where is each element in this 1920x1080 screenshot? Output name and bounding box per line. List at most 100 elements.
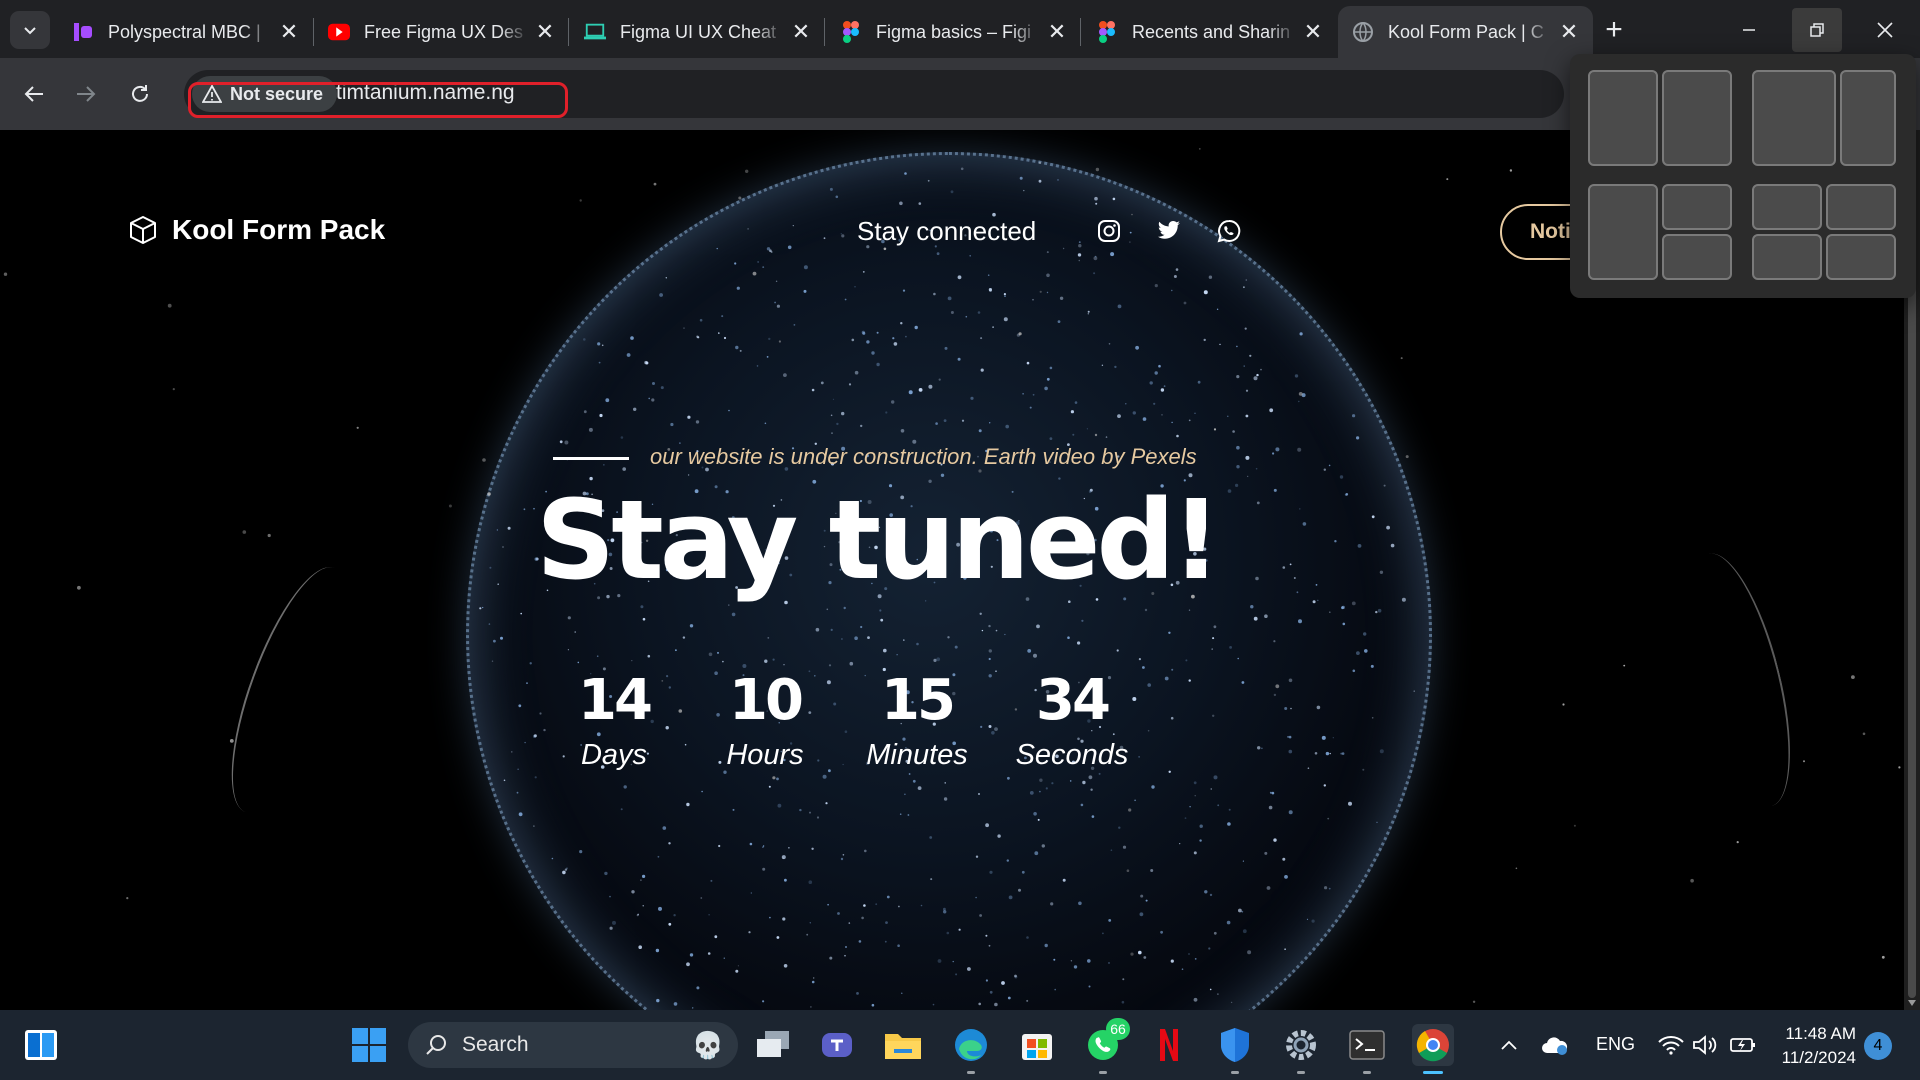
close-icon[interactable]: ✕: [1553, 16, 1585, 48]
site-logo[interactable]: Kool Form Pack: [128, 214, 385, 246]
restore-button[interactable]: [1792, 8, 1842, 52]
snap-zone[interactable]: [1826, 184, 1896, 230]
task-view-button[interactable]: [752, 1024, 794, 1066]
running-indicator: [1231, 1071, 1239, 1074]
notification-count-badge[interactable]: 4: [1864, 1032, 1892, 1060]
snap-zone[interactable]: [1662, 234, 1732, 280]
defender-icon: [1221, 1028, 1249, 1062]
tab-strip: Polyspectral MBC | ✕ Free Figma UX Des ✕…: [0, 0, 1920, 58]
chrome-icon: [1416, 1029, 1449, 1062]
teams-icon: [822, 1033, 852, 1057]
tab-title: Figma basics – Figi: [876, 21, 1032, 42]
chevron-down-icon: [24, 27, 36, 35]
tab-polyspectral[interactable]: Polyspectral MBC | ✕: [58, 6, 313, 58]
snap-zone[interactable]: [1752, 184, 1822, 230]
battery-charging-icon: [1730, 1038, 1755, 1052]
wifi-icon: [1658, 1036, 1684, 1055]
snap-zone[interactable]: [1752, 70, 1836, 166]
whatsapp-icon: [1217, 219, 1241, 243]
netflix-button[interactable]: [1148, 1024, 1190, 1066]
file-explorer-icon: [885, 1034, 921, 1059]
reload-button[interactable]: [120, 74, 160, 114]
onedrive-button[interactable]: [1534, 1024, 1576, 1066]
snap-zone[interactable]: [1588, 184, 1658, 280]
settings-button[interactable]: [1280, 1024, 1322, 1074]
countdown-value: 15: [881, 668, 956, 733]
snap-zone[interactable]: [1662, 184, 1732, 230]
tab-figma-cheatsheet[interactable]: Figma UI UX Cheat ✕: [570, 6, 825, 58]
edge-icon: [955, 1029, 987, 1061]
whatsapp-link[interactable]: [1214, 216, 1244, 246]
scroll-down-arrow[interactable]: [1908, 1000, 1916, 1006]
figma-icon: [840, 21, 862, 43]
instagram-link[interactable]: [1094, 216, 1124, 246]
start-icon: [352, 1028, 386, 1062]
tab-divider: [568, 18, 569, 46]
snap-zone[interactable]: [1752, 234, 1822, 280]
running-indicator: [1363, 1071, 1371, 1074]
new-tab-button[interactable]: +: [1596, 12, 1632, 48]
task-view-icon: [757, 1031, 789, 1057]
running-indicator: [1297, 1071, 1305, 1074]
close-window-button[interactable]: [1860, 8, 1910, 52]
search-highlight-icon: 💀: [691, 1029, 724, 1060]
snap-layouts-flyout: [1570, 54, 1916, 298]
tab-title: Recents and Sharin: [1132, 21, 1291, 42]
youtube-icon: [328, 21, 350, 43]
caption-rule: [553, 457, 629, 460]
defender-button[interactable]: [1214, 1024, 1256, 1074]
whatsapp-unread-badge: 66: [1106, 1018, 1130, 1040]
figma-icon: [1096, 21, 1118, 43]
chrome-button[interactable]: [1412, 1024, 1454, 1074]
start-button[interactable]: [348, 1024, 390, 1066]
whatsapp-button[interactable]: 66: [1082, 1018, 1130, 1074]
taskbar: Search 💀 66 ENG 11:48 AM 11/2/2024 4: [0, 1010, 1920, 1080]
close-icon[interactable]: ✕: [1297, 16, 1329, 48]
tab-search-button[interactable]: [10, 11, 50, 49]
running-indicator: [1099, 1071, 1107, 1074]
snap-zone[interactable]: [1826, 234, 1896, 280]
file-explorer-button[interactable]: [882, 1024, 924, 1066]
countdown-unit: Minutes: [866, 739, 968, 771]
instagram-icon: [1098, 220, 1120, 242]
battery-button[interactable]: [1722, 1024, 1764, 1066]
chevron-up-icon: [1501, 1040, 1517, 1050]
tab-kool-form-pack[interactable]: Kool Form Pack | C ✕: [1338, 6, 1593, 58]
tab-title: Polyspectral MBC |: [108, 21, 261, 42]
snap-zone[interactable]: [1588, 70, 1658, 166]
volume-icon: [1693, 1035, 1717, 1055]
terminal-button[interactable]: [1346, 1024, 1388, 1074]
close-icon[interactable]: ✕: [529, 16, 561, 48]
store-button[interactable]: [1016, 1024, 1058, 1066]
taskbar-search[interactable]: Search 💀: [408, 1022, 738, 1068]
close-icon[interactable]: ✕: [785, 16, 817, 48]
countdown-seconds: 34 Seconds: [992, 668, 1152, 772]
volume-button[interactable]: [1684, 1024, 1726, 1066]
minimize-button[interactable]: [1724, 8, 1774, 52]
tab-figma-recents[interactable]: Recents and Sharin ✕: [1082, 6, 1337, 58]
close-icon[interactable]: ✕: [1041, 16, 1073, 48]
system-clock[interactable]: 11:48 AM 11/2/2024: [1776, 1022, 1856, 1070]
back-button[interactable]: [14, 74, 54, 114]
arrow-right-icon: [77, 86, 96, 102]
laptop-icon: [584, 21, 606, 43]
widgets-button[interactable]: [20, 1024, 62, 1066]
url-highlight-annotation: [188, 82, 568, 118]
teams-button[interactable]: [816, 1024, 858, 1066]
show-hidden-icons-button[interactable]: [1488, 1024, 1530, 1066]
snap-zone[interactable]: [1840, 70, 1896, 166]
stay-connected-label: Stay connected: [857, 216, 1037, 246]
tab-figma-basics[interactable]: Figma basics – Figi ✕: [826, 6, 1081, 58]
tab-figma-ux-design[interactable]: Free Figma UX Des ✕: [314, 6, 569, 58]
twitter-link[interactable]: [1154, 216, 1184, 246]
close-icon[interactable]: ✕: [273, 16, 305, 48]
edge-button[interactable]: [950, 1024, 992, 1074]
search-label: Search: [462, 1033, 529, 1056]
countdown-value: 14: [578, 668, 653, 733]
input-language[interactable]: ENG: [1596, 1034, 1635, 1055]
tab-title: Kool Form Pack | C: [1388, 21, 1544, 42]
brand-name: Kool Form Pack: [172, 214, 386, 245]
snap-zone[interactable]: [1662, 70, 1732, 166]
forward-button[interactable]: [66, 74, 106, 114]
polyspectral-icon: [72, 21, 94, 43]
